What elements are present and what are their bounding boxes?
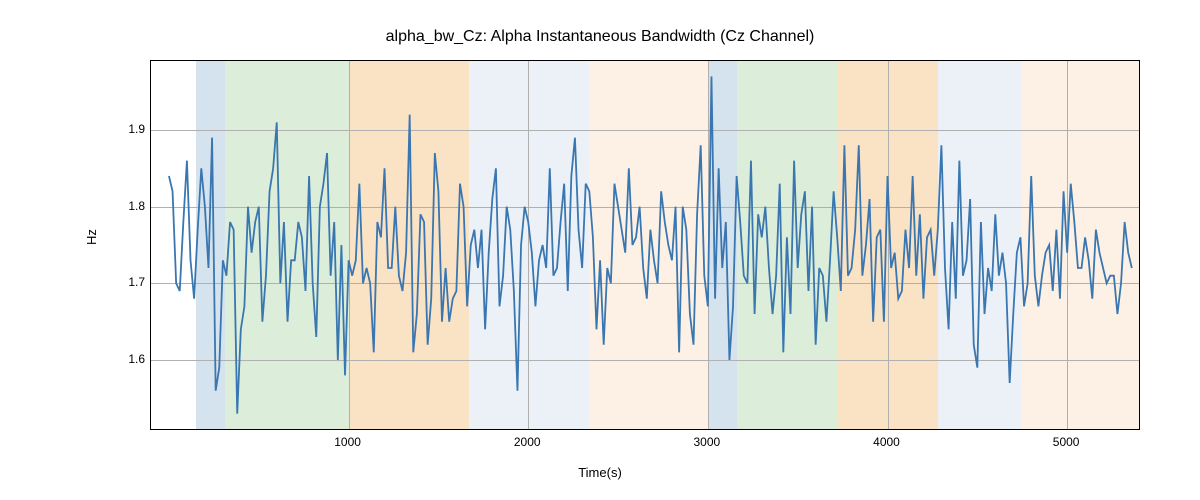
data-line [151, 61, 1139, 429]
y-tick-label: 1.9 [128, 122, 145, 136]
chart-title: alpha_bw_Cz: Alpha Instantaneous Bandwid… [0, 28, 1200, 46]
y-tick-label: 1.8 [128, 199, 145, 213]
x-tick-label: 5000 [1053, 435, 1080, 449]
x-tick-label: 1000 [334, 435, 361, 449]
x-axis-label: Time(s) [0, 465, 1200, 480]
y-tick-label: 1.6 [128, 352, 145, 366]
y-tick-label: 1.7 [128, 275, 145, 289]
x-tick-label: 4000 [873, 435, 900, 449]
x-tick-label: 3000 [694, 435, 721, 449]
plot-area [150, 60, 1140, 430]
x-tick-label: 2000 [514, 435, 541, 449]
y-axis-label: Hz [84, 229, 99, 245]
